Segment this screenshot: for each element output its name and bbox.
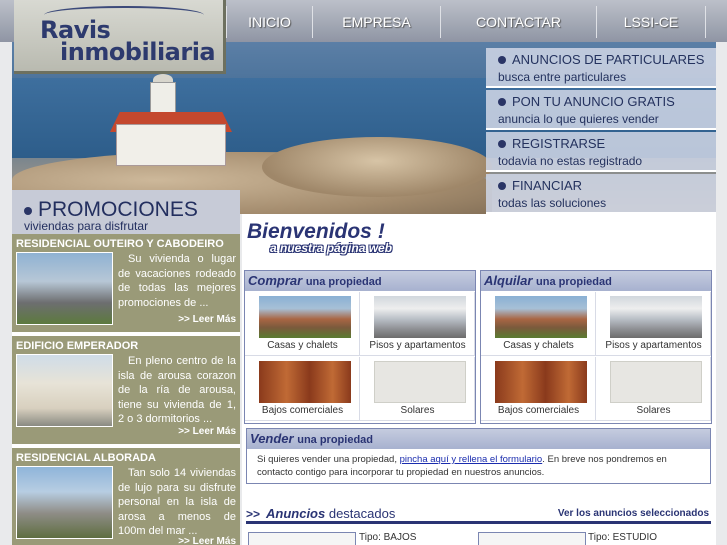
hero-menu-title: FINANCIAR [512,178,583,193]
tile-photo [374,296,466,338]
logo[interactable]: Ravis inmobiliaria [14,0,226,74]
bullet-icon [24,207,32,215]
alquilar-card-header: Alquilar una propiedad [481,271,711,291]
hero-menu-sub: todas las soluciones [498,196,607,210]
double-arrow-icon: >> [246,507,261,521]
tile-photo [610,296,702,338]
tile-solares[interactable]: Solares [596,357,711,421]
vender-title: Vender [250,431,294,446]
tile-bajos-comerciales[interactable]: Bajos comerciales [481,357,596,421]
bullet-icon [498,97,506,106]
tile-label: Casas y chalets [267,340,338,351]
nav-lssi-ce[interactable]: LSSI-CE [596,6,706,38]
tile-photo [495,296,587,338]
tile-photo [374,361,466,403]
hero-menu-sub: anuncia lo que quieres vender [498,112,659,126]
promo-name[interactable]: RESIDENCIAL ALBORADA [16,452,156,464]
hero-menu-title: ANUNCIOS DE PARTICULARES [512,52,705,67]
comprar-title-rest: una propiedad [305,276,382,288]
leer-mas-link[interactable]: >> Leer Más [178,314,236,325]
comprar-card-header: Comprar una propiedad [245,271,475,291]
promo-text: Tan solo 14 viviendas de lujo para su di… [118,467,236,537]
hero-menu-financiar[interactable]: FINANCIAR todas las soluciones [486,174,716,214]
tile-bajos-comerciales[interactable]: Bajos comerciales [245,357,360,421]
tile-label: Bajos comerciales [497,405,580,416]
hero-menu: ANUNCIOS DE PARTICULARES busca entre par… [486,48,716,214]
sidebar-promociones: PROMOCIONES viviendas para disfrutar RES… [12,190,240,545]
tile-label: Casas y chalets [503,340,574,351]
nav-contactar[interactable]: CONTACTAR [440,6,596,38]
tile-solares[interactable]: Solares [360,357,475,421]
main-content: Bienvenidos ! a nuestra página web Compr… [242,214,716,545]
tile-photo [259,296,351,338]
alquilar-title: Alquilar [484,273,533,288]
promo-item: RESIDENCIAL OUTEIRO Y CABODEIRO Su vivie… [12,234,240,332]
nav-inicio[interactable]: INICIO [226,6,312,38]
tile-photo [610,361,702,403]
logo-text-inmobiliaria: inmobiliaria [60,38,216,66]
leer-mas-link[interactable]: >> Leer Más [178,426,236,437]
tile-label: Solares [636,405,671,416]
promo-photo[interactable] [16,354,113,427]
promo-text: En pleno centro de la isla de arousa cor… [118,355,236,425]
tile-label: Bajos comerciales [261,405,344,416]
rocks-right [262,137,492,197]
promo-name[interactable]: RESIDENCIAL OUTEIRO Y CABODEIRO [16,238,224,250]
promo-item: RESIDENCIAL ALBORADA Tan solo 14 viviend… [12,448,240,545]
ver-anuncios-link[interactable]: Ver los anuncios seleccionados [558,508,709,519]
leer-mas-link[interactable]: >> Leer Más [178,536,236,545]
bullet-icon [498,181,506,190]
tile-pisos-apartamentos[interactable]: Pisos y apartamentos [596,292,711,356]
welcome-subtitle: a nuestra página web [270,241,393,255]
comprar-title: Comprar [248,273,303,288]
destacados-title-rest: destacados [325,506,396,521]
hero-menu-title: REGISTRARSE [512,136,606,151]
lighthouse-house [116,124,226,166]
promo-name[interactable]: EDIFICIO EMPERADOR [16,340,138,352]
promociones-header: PROMOCIONES viviendas para disfrutar [12,190,240,234]
page: INICIO EMPRESA CONTACTAR LSSI-CE Ravis i… [0,0,727,545]
comprar-card: Comprar una propiedad Casas y chalets Pi… [244,270,476,424]
tile-casas-chalets[interactable]: Casas y chalets [245,292,360,356]
tile-pisos-apartamentos[interactable]: Pisos y apartamentos [360,292,475,356]
promo-text: Su vivienda o lugar de vacaciones rodead… [118,253,236,309]
destacados-bar: >> Anuncios destacados Ver los anuncios … [246,506,711,524]
hero-menu-anuncios[interactable]: ANUNCIOS DE PARTICULARES busca entre par… [486,48,716,88]
alquilar-title-rest: una propiedad [536,276,612,288]
vender-header: Vender una propiedad [247,429,710,449]
nav-empresa[interactable]: EMPRESA [312,6,440,38]
promo-photo[interactable] [16,466,113,539]
promo-photo[interactable] [16,252,113,325]
ad-photo[interactable] [248,532,356,545]
tile-label: Solares [400,405,435,416]
tile-photo [259,361,351,403]
tile-casas-chalets[interactable]: Casas y chalets [481,292,596,356]
promo-item: EDIFICIO EMPERADOR En pleno centro de la… [12,336,240,444]
tile-label: Pisos y apartamentos [369,340,466,351]
vender-title-rest: una propiedad [297,434,373,446]
hero-menu-sub: todavia no estas registrado [498,154,643,168]
destacados-title-bold: Anuncios [266,506,326,521]
hero-menu-sub: busca entre particulares [498,70,627,84]
vender-text-before: Si quieres vender una propiedad, [257,454,400,465]
bullet-icon [498,55,506,64]
ad-photo[interactable] [478,532,586,545]
ad-tipo: Tipo: BAJOS [359,532,417,543]
promociones-subtitle: viviendas para disfrutar [24,219,149,233]
hero-menu-title: PON TU ANUNCIO GRATIS [512,94,675,109]
ad-tipo: Tipo: ESTUDIO [588,532,658,543]
tile-label: Pisos y apartamentos [605,340,702,351]
vender-text: Si quieres vender una propiedad, pincha … [257,453,705,479]
vender-box: Vender una propiedad Si quieres vender u… [246,428,711,484]
tile-photo [495,361,587,403]
alquilar-card: Alquilar una propiedad Casas y chalets P… [480,270,712,424]
hero-menu-pon-anuncio[interactable]: PON TU ANUNCIO GRATIS anuncia lo que qui… [486,90,716,130]
hero-menu-registrarse[interactable]: REGISTRARSE todavia no estas registrado [486,132,716,172]
vender-form-link[interactable]: pincha aquí y rellena el formulario [400,454,543,465]
bullet-icon [498,139,506,148]
